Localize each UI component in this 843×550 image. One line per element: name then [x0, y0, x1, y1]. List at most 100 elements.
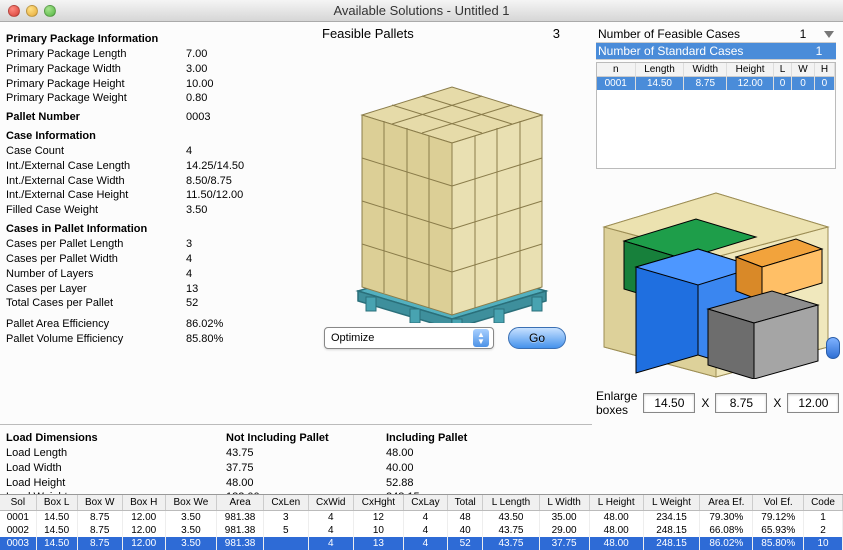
- solutions-cell: 86.02%: [700, 537, 753, 550]
- solutions-header[interactable]: Area Ef.: [700, 495, 753, 511]
- solutions-cell: 8.75: [77, 537, 122, 550]
- info-row: Cases per Pallet Width4: [6, 252, 316, 267]
- info-value: 14.25/14.50: [186, 159, 244, 174]
- info-value: 3: [186, 237, 192, 252]
- solutions-cell: 66.08%: [700, 524, 753, 537]
- solutions-cell: 13: [353, 537, 403, 550]
- solutions-header[interactable]: Sol: [0, 495, 36, 511]
- info-value: 86.02%: [186, 317, 223, 332]
- solutions-cell: 0003: [0, 537, 36, 550]
- solutions-cell: 8.75: [77, 511, 122, 525]
- load-row-ip: 40.00: [386, 461, 546, 476]
- solutions-header[interactable]: CxLen: [263, 495, 308, 511]
- info-row: Primary Package Weight0.80: [6, 91, 316, 106]
- case-table-header[interactable]: Length: [635, 63, 684, 77]
- optimize-select-label: Optimize: [331, 332, 374, 344]
- info-value: 8.50/8.75: [186, 174, 232, 189]
- info-label: Primary Package Height: [6, 77, 186, 92]
- case-3d-view: [596, 179, 834, 379]
- solutions-header[interactable]: CxHght: [353, 495, 403, 511]
- solutions-row[interactable]: 000214.508.7512.003.50981.38541044043.75…: [0, 524, 843, 537]
- solutions-cell: 43.75: [483, 524, 539, 537]
- solutions-cell: 0002: [0, 524, 36, 537]
- solutions-row[interactable]: 000314.508.7512.003.50981.3841345243.753…: [0, 537, 843, 550]
- solutions-cell: 3: [263, 511, 308, 525]
- solutions-cell: 48: [447, 511, 483, 525]
- enlarge-width-input[interactable]: [715, 393, 767, 413]
- dim-x-1: X: [701, 396, 709, 410]
- info-label: Pallet Area Efficiency: [6, 317, 186, 332]
- info-label: Number of Layers: [6, 267, 186, 282]
- enlarge-boxes-label: Enlarge boxes: [596, 389, 637, 417]
- solutions-cell: 40: [447, 524, 483, 537]
- cases-panel: Number of Feasible Cases 1 Number of Sta…: [592, 22, 842, 424]
- standard-cases-value: 1: [804, 44, 834, 58]
- case-table-header[interactable]: W: [792, 63, 815, 77]
- pallet-3d-view: [322, 43, 582, 323]
- load-row-label: Load Width: [6, 461, 226, 476]
- info-label: Total Cases per Pallet: [6, 296, 186, 311]
- scroll-thumb[interactable]: [826, 337, 840, 359]
- solutions-header[interactable]: CxLay: [403, 495, 447, 511]
- case-table-row[interactable]: 000114.508.7512.00000: [597, 77, 835, 91]
- info-row: Primary Package Height10.00: [6, 77, 316, 92]
- go-button[interactable]: Go: [508, 327, 566, 349]
- case-table-header[interactable]: Height: [727, 63, 774, 77]
- solutions-cell: 43.50: [483, 511, 539, 525]
- info-label: Int./External Case Height: [6, 188, 186, 203]
- solutions-row[interactable]: 000114.508.7512.003.50981.38341244843.50…: [0, 511, 843, 525]
- case-table-cell: 0: [814, 77, 834, 91]
- solutions-header[interactable]: L Length: [483, 495, 539, 511]
- solutions-cell: 14.50: [36, 537, 77, 550]
- info-label: Filled Case Weight: [6, 203, 186, 218]
- solutions-cell: 14.50: [36, 511, 77, 525]
- solutions-cell: 981.38: [217, 524, 264, 537]
- info-row: Int./External Case Height11.50/12.00: [6, 188, 316, 203]
- info-row: Filled Case Weight3.50: [6, 203, 316, 218]
- info-row: Primary Package Width3.00: [6, 62, 316, 77]
- solutions-header[interactable]: Box L: [36, 495, 77, 511]
- info-row: Total Cases per Pallet52: [6, 296, 316, 311]
- solutions-header[interactable]: Box W: [77, 495, 122, 511]
- info-row: Pallet Volume Efficiency85.80%: [6, 332, 316, 347]
- info-label: Case Count: [6, 144, 186, 159]
- case-table-header[interactable]: Width: [684, 63, 727, 77]
- solutions-cell: 65.93%: [753, 524, 804, 537]
- solutions-header[interactable]: CxWid: [308, 495, 353, 511]
- feasible-pallets-value: 3: [553, 26, 560, 41]
- enlarge-length-input[interactable]: [643, 393, 695, 413]
- case-table-header[interactable]: n: [597, 63, 635, 77]
- case-table-header[interactable]: H: [814, 63, 834, 77]
- solutions-cell: 248.15: [643, 524, 700, 537]
- enlarge-height-input[interactable]: [787, 393, 839, 413]
- info-label: Primary Package Width: [6, 62, 186, 77]
- solutions-cell: 52: [447, 537, 483, 550]
- case-table-header[interactable]: L: [774, 63, 792, 77]
- info-label: Pallet Volume Efficiency: [6, 332, 186, 347]
- standard-cases-row[interactable]: Number of Standard Cases 1: [596, 43, 836, 60]
- solutions-header[interactable]: Box H: [122, 495, 165, 511]
- solutions-cell: 4: [403, 511, 447, 525]
- solutions-header[interactable]: Code: [804, 495, 843, 511]
- load-row-ip: 52.88: [386, 476, 546, 491]
- solutions-header[interactable]: Vol Ef.: [753, 495, 804, 511]
- solutions-cell: 5: [263, 524, 308, 537]
- solutions-header[interactable]: Total: [447, 495, 483, 511]
- solutions-header[interactable]: L Width: [539, 495, 589, 511]
- load-row-nip: 37.75: [226, 461, 386, 476]
- feasible-cases-row[interactable]: Number of Feasible Cases 1: [596, 26, 836, 43]
- optimize-select[interactable]: Optimize ▲▼: [324, 327, 494, 349]
- enlarge-boxes-row: Enlarge boxes X X: [596, 389, 836, 417]
- solutions-header[interactable]: Box We: [165, 495, 217, 511]
- info-value: 7.00: [186, 47, 207, 62]
- section-primary-package: Primary Package Information: [6, 32, 316, 47]
- solutions-cell: 981.38: [217, 511, 264, 525]
- solutions-cell: 79.12%: [753, 511, 804, 525]
- info-label: Cases per Pallet Length: [6, 237, 186, 252]
- solutions-header[interactable]: Area: [217, 495, 264, 511]
- solutions-cell: 3.50: [165, 524, 217, 537]
- info-label: Primary Package Length: [6, 47, 186, 62]
- solutions-cell: 3.50: [165, 511, 217, 525]
- solutions-header[interactable]: L Weight: [643, 495, 700, 511]
- solutions-header[interactable]: L Height: [589, 495, 643, 511]
